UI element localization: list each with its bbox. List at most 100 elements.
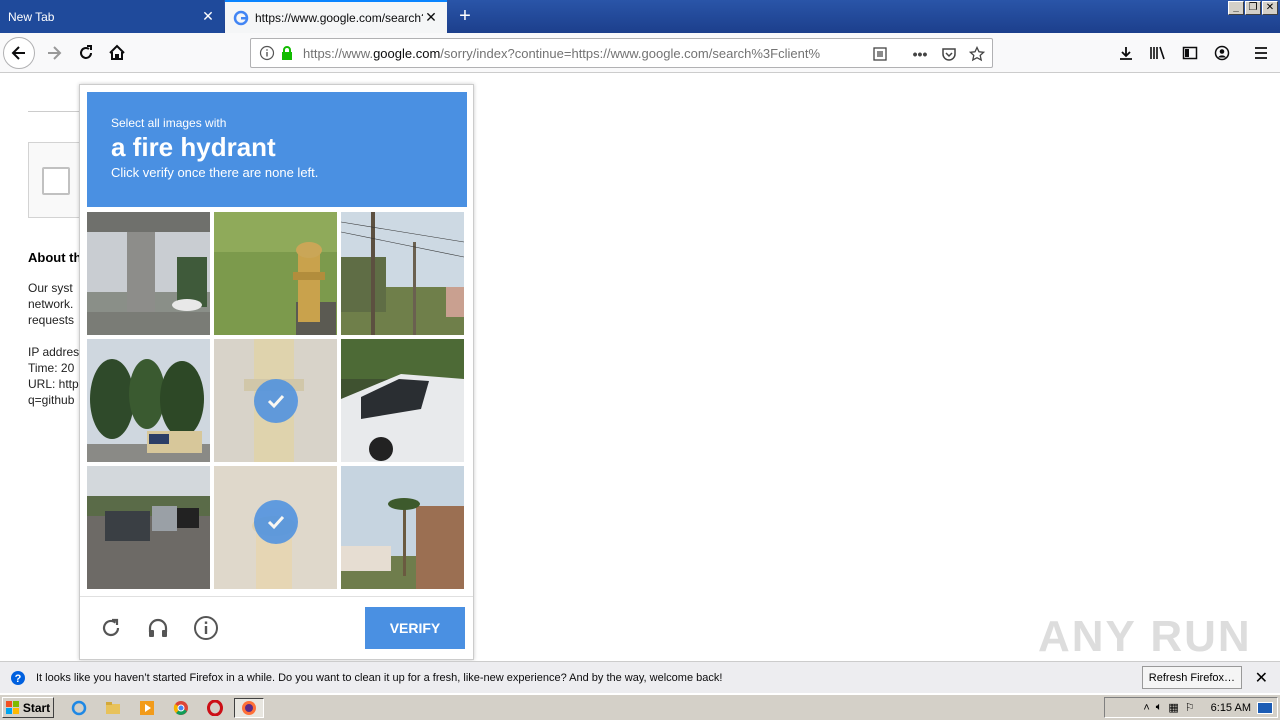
tab-new-tab[interactable]: New Tab ✕	[0, 0, 224, 33]
reader-view-icon[interactable]	[871, 45, 889, 63]
tile-image	[87, 466, 210, 589]
explanation-text: Our syst network. requests	[28, 281, 75, 327]
close-icon[interactable]: ✕	[1255, 668, 1268, 688]
hamburger-icon	[1255, 47, 1267, 59]
image-tile[interactable]	[87, 339, 210, 462]
opera-taskbar-icon[interactable]	[204, 698, 226, 718]
account-button[interactable]	[1206, 37, 1238, 69]
downloads-button[interactable]	[1110, 37, 1142, 69]
show-desktop-icon[interactable]	[1257, 701, 1273, 714]
ie-taskbar-icon[interactable]	[68, 698, 90, 718]
checkmark-icon	[254, 379, 298, 423]
reload-button[interactable]	[70, 37, 102, 69]
bookmark-star-icon[interactable]	[968, 45, 986, 63]
image-tile[interactable]	[341, 339, 464, 462]
tab-title: https://www.google.com/search?c	[255, 10, 423, 25]
firefox-taskbar-icon[interactable]	[234, 698, 264, 718]
chrome-taskbar-icon[interactable]	[170, 698, 192, 718]
lock-icon[interactable]	[279, 45, 295, 61]
reload-icon	[80, 45, 92, 59]
window-controls: _ ❐ ✕	[1228, 1, 1278, 15]
explorer-taskbar-icon[interactable]	[102, 698, 124, 718]
forward-button[interactable]	[38, 37, 70, 69]
notification-text: It looks like you haven’t started Firefo…	[36, 671, 723, 684]
url-prefix: https://www.	[303, 45, 374, 61]
image-tile[interactable]	[214, 212, 337, 335]
home-button[interactable]	[101, 37, 133, 69]
page-actions-icon[interactable]: •••	[911, 45, 929, 63]
chevron-up-icon[interactable]: ˄	[1143, 702, 1149, 714]
windows-logo-icon	[5, 700, 19, 714]
arrow-left-icon	[11, 46, 25, 60]
recaptcha-checkbox[interactable]	[42, 167, 70, 195]
url-text[interactable]: https://www.google.com/sorry/index?conti…	[303, 46, 863, 61]
url-domain: google.com	[373, 45, 441, 61]
url-bar[interactable]: https://www.google.com/sorry/index?conti…	[250, 38, 993, 68]
image-tile[interactable]	[87, 212, 210, 335]
challenge-footer: VERIFY	[80, 596, 473, 660]
audio-challenge-button[interactable]	[144, 614, 172, 642]
start-button[interactable]: Start	[2, 697, 54, 718]
instruction-hint: Click verify once there are none left.	[111, 165, 319, 180]
back-button[interactable]	[3, 37, 35, 69]
instruction-small: Select all images with	[111, 116, 227, 130]
anyrun-watermark: ANY RUN	[1038, 612, 1252, 661]
sidebar-button[interactable]	[1174, 37, 1206, 69]
image-tile[interactable]	[87, 466, 210, 589]
notification-bar: ? It looks like you haven’t started Fire…	[0, 661, 1280, 693]
image-grid	[87, 212, 467, 592]
system-tray: ˄ 🔈︎ ▦ ⚐ 6:15 AM	[1104, 697, 1278, 718]
flag-icon[interactable]: ⚐	[1185, 701, 1195, 714]
tile-image	[341, 466, 464, 589]
image-challenge-dialog: Select all images with a fire hydrant Cl…	[79, 84, 474, 660]
google-icon	[233, 10, 249, 25]
account-icon	[1214, 45, 1230, 61]
refresh-icon	[102, 618, 120, 637]
volume-icon[interactable]: 🔈︎	[1156, 701, 1163, 714]
navigation-toolbar: https://www.google.com/sorry/index?conti…	[0, 33, 1280, 73]
arrow-right-icon	[48, 46, 62, 60]
library-button[interactable]	[1142, 37, 1174, 69]
taskbar: Start ˄ 🔈︎ ▦ ⚐ 6:15 AM	[0, 694, 1280, 720]
instruction-target: a fire hydrant	[111, 132, 276, 162]
image-tile-selected[interactable]	[214, 466, 337, 589]
image-tile[interactable]	[341, 466, 464, 589]
help-circle-icon: ?	[11, 670, 25, 685]
tab-google-search[interactable]: https://www.google.com/search?c ✕	[225, 0, 447, 33]
minimize-button[interactable]: _	[1228, 1, 1244, 15]
tile-image	[87, 212, 210, 335]
help-button[interactable]	[192, 614, 220, 642]
tile-image	[87, 339, 210, 462]
close-window-button[interactable]: ✕	[1262, 1, 1278, 15]
headphones-icon	[148, 618, 168, 637]
image-tile[interactable]	[341, 212, 464, 335]
pocket-icon[interactable]	[940, 45, 958, 63]
url-path: /sorry/index?continue=https://www.google…	[440, 45, 821, 61]
network-icon[interactable]: ▦	[1168, 701, 1178, 714]
tile-image	[214, 212, 337, 335]
home-icon	[109, 44, 125, 60]
restore-button[interactable]: ❐	[1245, 1, 1261, 15]
svg-text:?: ?	[15, 673, 22, 685]
media-player-taskbar-icon[interactable]	[136, 698, 158, 718]
refresh-firefox-button[interactable]: Refresh Firefox…	[1141, 666, 1242, 689]
clock: 6:15 AM	[1210, 701, 1251, 714]
tab-title: New Tab	[8, 9, 55, 24]
new-tab-button[interactable]: +	[452, 4, 478, 30]
library-icon	[1150, 46, 1165, 60]
tile-image	[341, 339, 464, 462]
image-tile-selected[interactable]	[214, 339, 337, 462]
checkmark-icon	[254, 500, 298, 544]
request-details-text: IP addres Time: 20 URL: http q=github	[28, 345, 80, 407]
menu-button[interactable]	[1245, 37, 1277, 69]
close-icon[interactable]: ✕	[423, 9, 439, 26]
reload-challenge-button[interactable]	[97, 614, 125, 642]
about-heading: About th	[28, 250, 82, 265]
info-icon	[194, 616, 218, 640]
close-icon[interactable]: ✕	[200, 8, 216, 25]
verify-button[interactable]: VERIFY	[365, 607, 465, 649]
tab-strip: New Tab ✕ https://www.google.com/search?…	[0, 0, 1280, 33]
download-icon	[1120, 47, 1132, 60]
start-label: Start	[22, 700, 51, 715]
info-icon[interactable]	[259, 45, 275, 61]
